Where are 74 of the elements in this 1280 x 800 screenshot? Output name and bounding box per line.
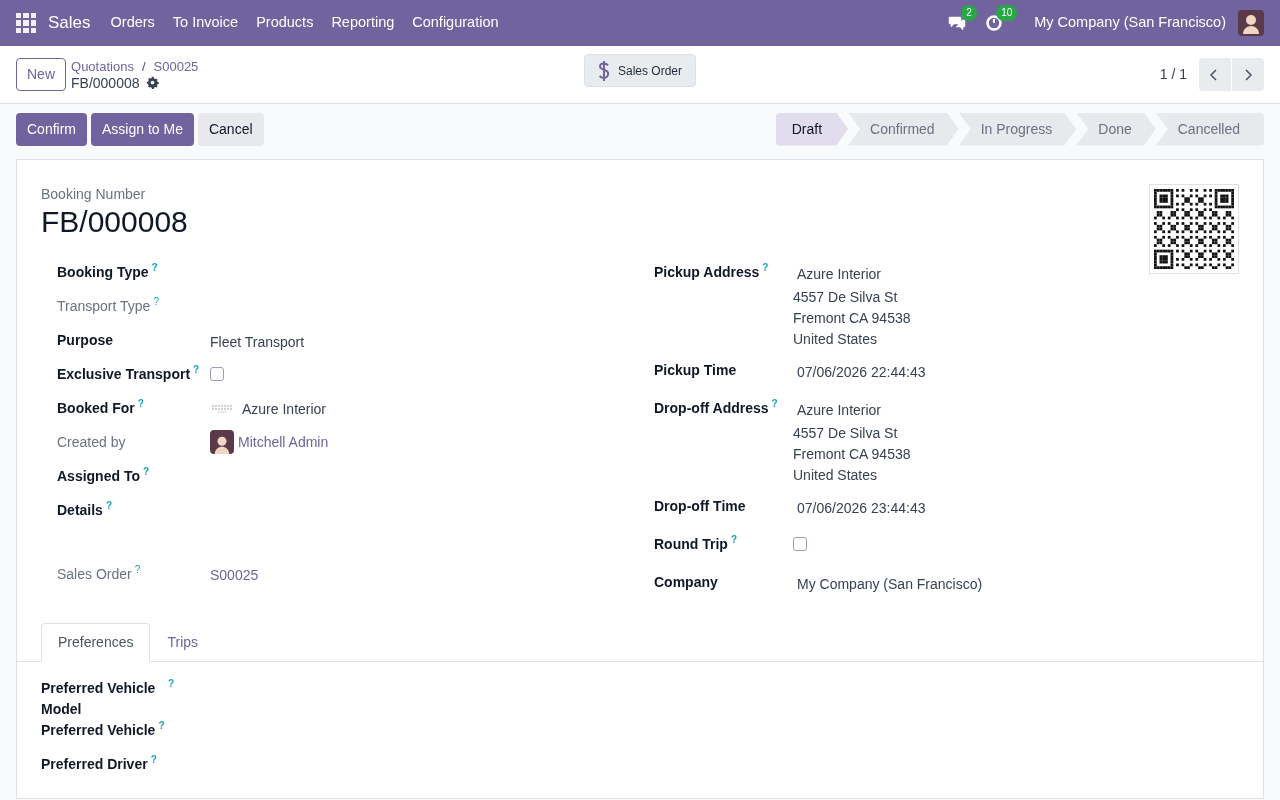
status-step[interactable]: In Progress [958,112,1077,146]
help-tooltip[interactable]: ? [105,500,113,512]
menu-item[interactable]: Configuration [412,12,499,34]
pager-value: 1 / 1 [1159,65,1187,84]
field-label: Booking Number [41,185,147,203]
help-tooltip[interactable]: ? [151,262,158,274]
action-button[interactable]: Confirm [16,112,87,146]
field-label: Assigned To [57,468,140,484]
field-label: Preferred Vehicle [41,721,156,740]
field-label: Exclusive Transport [57,366,191,382]
notification-badge: 2 [961,5,977,21]
field-value: 07/06/2026 23:44:43 [797,499,926,518]
field-label: Details [57,502,103,518]
address-line: United States [793,330,878,349]
field-label: Drop-off Address [654,400,769,416]
help-tooltip[interactable]: ? [142,466,150,478]
field-label: Pickup Time [654,362,737,378]
field-label: Purpose [57,332,113,348]
field-label: Sales Order [57,566,132,582]
notification-badge: 10 [996,5,1018,21]
address-line: Fremont CA 94538 [793,309,911,328]
new-button[interactable]: New [16,58,66,91]
field-label: Created by [57,434,126,450]
menu-item[interactable]: Products [256,12,314,34]
help-tooltip[interactable]: ? [158,720,165,732]
menu-item[interactable]: To Invoice [172,12,239,34]
help-tooltip[interactable]: ? [193,364,200,376]
action-button[interactable]: Cancel [197,112,264,146]
field-value: My Company (San Francisco) [797,575,983,594]
address-line: 4557 De Silva St [793,288,898,307]
help-tooltip[interactable]: ? [762,262,769,274]
field-label: Drop-off Time [654,498,746,514]
field-label: Booked For [57,400,135,416]
address-line: 4557 De Silva St [793,424,898,443]
address-line: United States [793,466,878,485]
help-tooltip[interactable]: ? [137,398,144,410]
breadcrumb-link[interactable]: Quotations [71,58,134,75]
status-step[interactable]: Done [1076,112,1156,146]
sales-order-link[interactable]: S00025 [210,565,259,585]
menu-item[interactable]: Reporting [331,12,395,34]
breadcrumb-separator: / [141,58,146,75]
field-value: Fleet Transport [210,333,305,352]
breadcrumb-link[interactable]: S00025 [153,58,199,75]
app-title[interactable]: Sales [48,10,91,36]
field-value: Azure Interior [797,265,882,284]
field-value: Azure Interior [797,401,882,420]
help-tooltip[interactable]: ? [730,534,737,546]
status-step[interactable]: Confirmed [848,112,959,146]
company-switcher[interactable]: My Company (San Francisco) [1034,12,1226,34]
field-label: Booking Type [57,264,149,280]
help-tooltip[interactable]: ? [168,678,175,690]
field-label: Preferred Vehicle Model [41,679,157,719]
field-label: Preferred Driver [41,755,148,774]
field-label: Pickup Address [654,264,760,280]
smart-button[interactable]: Sales Order [584,54,696,87]
record-name: FB/000008 [71,74,140,91]
tab[interactable]: Preferences [41,623,151,662]
tab[interactable]: Trips [150,623,216,662]
field-label: Round Trip [654,536,728,552]
field-label: Company [654,574,718,590]
help-tooltip[interactable]: ? [771,398,778,410]
help-tooltip[interactable]: ? [150,754,157,766]
address-line: Fremont CA 94538 [793,445,911,464]
user-link[interactable]: Mitchell Admin [238,432,329,452]
field-label: Transport Type [57,298,151,314]
status-step[interactable]: Draft [775,112,849,146]
action-button[interactable]: Assign to Me [91,112,194,146]
menu-item[interactable]: Orders [110,12,155,34]
record-title: FB/000008 [41,204,189,240]
field-value: 07/06/2026 22:44:43 [797,363,926,382]
status-step[interactable]: Cancelled [1155,112,1264,146]
field-value: Azure Interior [242,400,327,419]
help-tooltip[interactable]: ? [134,564,141,576]
help-tooltip[interactable]: ? [153,296,159,308]
